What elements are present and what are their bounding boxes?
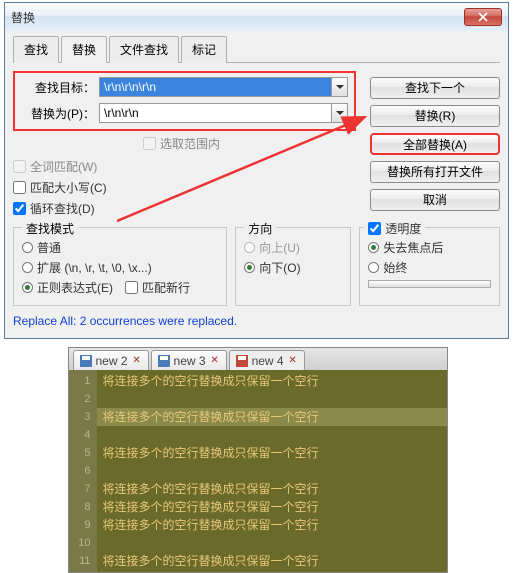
dialog-body: 查找 替换 文件查找 标记 查找目标： 替换为(P)： xyxy=(5,31,508,338)
line-number: 9 xyxy=(71,516,91,534)
close-tab-icon[interactable]: ✕ xyxy=(132,356,142,366)
line-number: 3 xyxy=(71,408,91,426)
range-row: 选取范围内 xyxy=(13,135,360,152)
code-line: 将连接多个的空行替换成只保留一个空行 xyxy=(97,552,447,570)
save-icon xyxy=(236,355,248,367)
editor-body: 1234567891011 将连接多个的空行替换成只保留一个空行将连接多个的空行… xyxy=(69,370,447,572)
replace-in-open-button[interactable]: 替换所有打开文件 xyxy=(370,161,500,183)
wrap-row[interactable]: 循环查找(D) xyxy=(13,200,360,217)
replace-dialog: 替换 查找 替换 文件查找 标记 查找目标： xyxy=(4,2,509,339)
trans-lose-focus[interactable]: 失去焦点后 xyxy=(368,239,491,256)
editor-tab[interactable]: new 3✕ xyxy=(151,350,227,370)
line-number: 5 xyxy=(71,444,91,462)
code-line xyxy=(97,390,447,408)
save-icon xyxy=(158,355,170,367)
mode-extended[interactable]: 扩展 (\n, \r, \t, \0, \x...) xyxy=(22,259,218,276)
line-number: 7 xyxy=(71,480,91,498)
code-line: 将连接多个的空行替换成只保留一个空行 xyxy=(97,516,447,534)
line-number: 11 xyxy=(71,552,91,570)
editor-tabstrip: new 2✕ new 3✕ new 4✕ xyxy=(69,348,447,370)
close-tab-icon[interactable]: ✕ xyxy=(288,356,298,366)
transparency-legend: 透明度 xyxy=(364,220,425,237)
code-line: 将连接多个的空行替换成只保留一个空行 xyxy=(97,372,447,390)
line-gutter: 1234567891011 xyxy=(69,370,97,572)
trans-always[interactable]: 始终 xyxy=(368,259,491,276)
newline-row[interactable]: 匹配新行 xyxy=(125,279,190,296)
code-line xyxy=(97,462,447,480)
dir-down[interactable]: 向下(O) xyxy=(244,259,342,276)
replace-input[interactable] xyxy=(99,103,332,123)
line-number: 2 xyxy=(71,390,91,408)
highlight-fields: 查找目标： 替换为(P)： xyxy=(13,71,356,131)
line-number: 6 xyxy=(71,462,91,480)
mode-regex[interactable]: 正则表达式(E) 匹配新行 xyxy=(22,279,218,296)
search-mode-group: 查找模式 普通 扩展 (\n, \r, \t, \0, \x...) 正则表达式… xyxy=(13,227,227,306)
close-tab-icon[interactable]: ✕ xyxy=(210,356,220,366)
tab-strip: 查找 替换 文件查找 标记 xyxy=(13,35,500,63)
transparency-checkbox[interactable] xyxy=(368,222,381,235)
whole-word-row: 全词匹配(W) xyxy=(13,158,360,175)
code-line: 将连接多个的空行替换成只保留一个空行 xyxy=(97,408,447,426)
code-line: 将连接多个的空行替换成只保留一个空行 xyxy=(97,498,447,516)
match-case-checkbox[interactable] xyxy=(13,181,26,194)
mode-normal[interactable]: 普通 xyxy=(22,239,218,256)
replace-row: 替换为(P)： xyxy=(21,103,348,123)
button-column: 查找下一个 替换(R) 全部替换(A) 替换所有打开文件 取消 xyxy=(370,77,500,211)
range-label: 选取范围内 xyxy=(160,135,220,152)
range-checkbox xyxy=(143,137,156,150)
wrap-checkbox[interactable] xyxy=(13,202,26,215)
code-area[interactable]: 将连接多个的空行替换成只保留一个空行将连接多个的空行替换成只保留一个空行将连接多… xyxy=(97,370,447,572)
tab-replace[interactable]: 替换 xyxy=(61,36,107,63)
titlebar[interactable]: 替换 xyxy=(5,3,508,31)
close-icon xyxy=(478,12,488,22)
code-line xyxy=(97,534,447,552)
editor-tab[interactable]: new 4✕ xyxy=(229,350,305,370)
find-input[interactable] xyxy=(99,77,332,97)
direction-legend: 方向 xyxy=(244,220,276,237)
code-line: 将连接多个的空行替换成只保留一个空行 xyxy=(97,480,447,498)
save-icon xyxy=(80,355,92,367)
close-button[interactable] xyxy=(464,8,502,26)
replace-button[interactable]: 替换(R) xyxy=(370,105,500,127)
window-title: 替换 xyxy=(11,9,35,26)
line-number: 4 xyxy=(71,426,91,444)
line-number: 10 xyxy=(71,534,91,552)
find-row: 查找目标： xyxy=(21,77,348,97)
options-column: 全词匹配(W) 匹配大小写(C) 循环查找(D) xyxy=(13,158,360,217)
find-dropdown-arrow[interactable] xyxy=(332,77,348,97)
replace-label: 替换为(P)： xyxy=(21,105,99,122)
tab-find[interactable]: 查找 xyxy=(13,36,59,63)
group-row: 查找模式 普通 扩展 (\n, \r, \t, \0, \x...) 正则表达式… xyxy=(13,227,500,306)
dir-up: 向上(U) xyxy=(244,239,342,256)
cancel-button[interactable]: 取消 xyxy=(370,189,500,211)
search-mode-legend: 查找模式 xyxy=(22,220,78,237)
find-next-button[interactable]: 查找下一个 xyxy=(370,77,500,99)
tab-mark[interactable]: 标记 xyxy=(181,36,227,63)
code-line: 将连接多个的空行替换成只保留一个空行 xyxy=(97,444,447,462)
transparency-group: 透明度 失去焦点后 始终 xyxy=(359,227,500,306)
replace-dropdown-arrow[interactable] xyxy=(332,103,348,123)
transparency-slider[interactable] xyxy=(368,280,491,288)
find-label: 查找目标： xyxy=(21,79,99,96)
direction-group: 方向 向上(U) 向下(O) xyxy=(235,227,351,306)
line-number: 1 xyxy=(71,372,91,390)
newline-checkbox[interactable] xyxy=(125,281,138,294)
line-number: 8 xyxy=(71,498,91,516)
editor-panel: new 2✕ new 3✕ new 4✕ 1234567891011 将连接多个… xyxy=(68,347,448,573)
match-case-row[interactable]: 匹配大小写(C) xyxy=(13,179,360,196)
replace-all-button[interactable]: 全部替换(A) xyxy=(370,133,500,155)
status-text: Replace All: 2 occurrences were replaced… xyxy=(13,312,500,330)
code-line xyxy=(97,426,447,444)
editor-tab[interactable]: new 2✕ xyxy=(73,350,149,370)
whole-word-checkbox xyxy=(13,160,26,173)
tab-find-in-files[interactable]: 文件查找 xyxy=(109,36,179,63)
